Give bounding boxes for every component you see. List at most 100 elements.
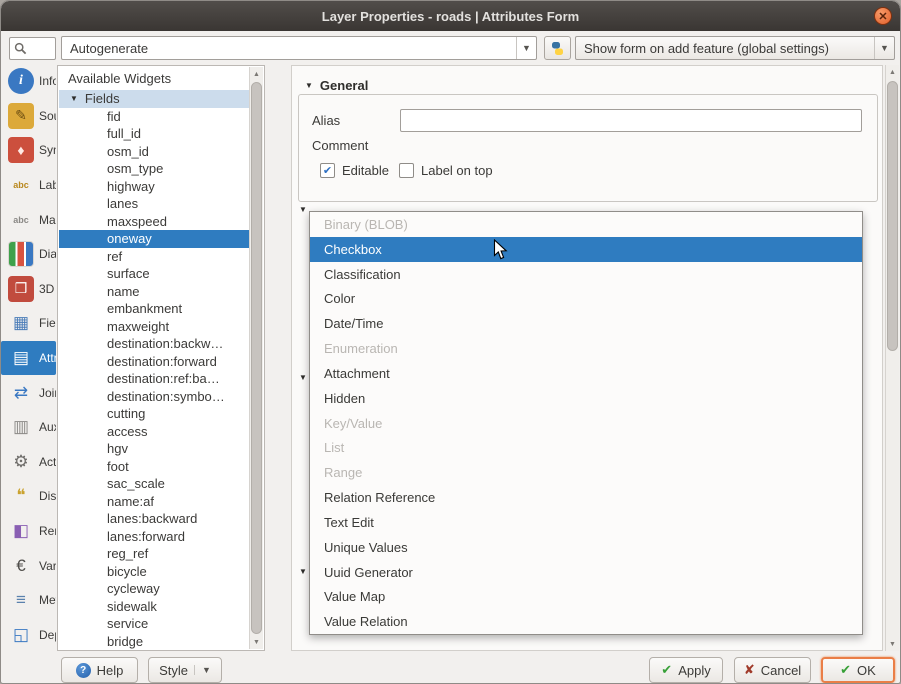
scroll-thumb[interactable] [887,81,898,351]
field-item[interactable]: oneway [59,230,249,248]
widget-type-option[interactable]: Uuid Generator [310,560,862,585]
widget-type-option[interactable]: Attachment [310,361,862,386]
editable-label: Editable [342,163,389,178]
field-item[interactable]: sac_scale [59,475,249,493]
field-item[interactable]: fid [59,108,249,126]
sidebar-item-dependencies[interactable]: ◱ Dependencies [1,618,56,653]
collapsed-section-arrow[interactable]: ▼ [299,567,307,576]
ok-button[interactable]: ✔ OK [821,657,895,683]
close-icon[interactable]: ✕ [874,7,892,25]
field-item[interactable]: access [59,423,249,441]
field-item[interactable]: destination:ref:ba… [59,370,249,388]
help-button[interactable]: ? Help [61,657,138,683]
panel-scrollbar[interactable]: ▲ ▼ [885,65,899,651]
chevron-down-icon: ▼ [874,37,894,59]
widget-type-option[interactable]: Color [310,286,862,311]
field-item[interactable]: osm_id [59,143,249,161]
field-item[interactable]: bridge [59,633,249,650]
field-item[interactable]: sidewalk [59,598,249,616]
sidebar-icon: ✎ [8,103,34,129]
show-form-combobox[interactable]: Show form on add feature (global setting… [575,36,895,60]
field-item[interactable]: hgv [59,440,249,458]
sidebar-item-metadata[interactable]: ≡ Metadata [1,583,56,618]
sidebar-item-display[interactable]: ❝ Display [1,479,56,514]
sidebar-item-source[interactable]: ✎ Source [1,99,56,134]
field-item[interactable]: name [59,283,249,301]
field-item[interactable]: osm_type [59,160,249,178]
editable-checkbox-group: ✔ Editable [320,163,389,178]
python-init-button[interactable] [544,36,571,60]
collapsed-section-arrow[interactable]: ▼ [299,373,307,382]
field-item[interactable]: embankment [59,300,249,318]
editable-checkbox[interactable]: ✔ [320,163,335,178]
field-item[interactable]: highway [59,178,249,196]
widget-type-option[interactable]: Value Map [310,584,862,609]
widget-type-section-arrow[interactable]: ▼ [299,205,307,214]
tree-scrollbar[interactable]: ▲ ▼ [249,67,263,649]
label-on-top-checkbox[interactable] [399,163,414,178]
style-button[interactable]: Style ▼ [148,657,222,683]
widget-type-option[interactable]: Classification [310,262,862,287]
scroll-up-icon[interactable]: ▲ [886,65,899,79]
scroll-down-icon[interactable]: ▼ [250,635,263,649]
sidebar-item-variables[interactable]: € Variables [1,548,56,583]
sidebar-icon: ⇄ [8,380,34,406]
field-item[interactable]: bicycle [59,563,249,581]
field-item[interactable]: cutting [59,405,249,423]
tree-expander-icon[interactable]: ▼ [70,94,78,103]
scroll-up-icon[interactable]: ▲ [250,67,263,81]
widget-type-option[interactable]: Unique Values [310,535,862,560]
tree-root-fields[interactable]: ▼ Fields [59,90,249,108]
sidebar-icon: abc [8,172,34,198]
field-item[interactable]: lanes:forward [59,528,249,546]
sidebar-item-information[interactable]: i Information [1,64,56,99]
sidebar-item-actions[interactable]: ⚙ Actions [1,445,56,480]
field-item[interactable]: lanes:backward [59,510,249,528]
sidebar-item-fields[interactable]: ▦ Fields [1,306,56,341]
widget-type-option[interactable]: Text Edit [310,510,862,535]
sidebar-item-symbology[interactable]: ♦ Symbology [1,133,56,168]
autogenerate-combobox[interactable]: Autogenerate ▼ [61,36,537,60]
widget-type-option[interactable]: Value Relation [310,609,862,634]
sidebar-icon: ❝ [8,483,34,509]
sidebar-item-attributes-form[interactable]: ▤ Attributes Form [1,341,56,376]
sidebar-item-labels[interactable]: abc Labels [1,168,56,203]
sidebar-item-rendering[interactable]: ◧ Rendering [1,514,56,549]
field-item[interactable]: foot [59,458,249,476]
field-item[interactable]: full_id [59,125,249,143]
sidebar-item-joins[interactable]: ⇄ Joins [1,375,56,410]
widget-type-option[interactable]: Date/Time [310,311,862,336]
sidebar-item-3d-view[interactable]: ❒ 3D View [1,272,56,307]
general-section-header[interactable]: ▼ General [300,78,373,93]
field-item[interactable]: destination:forward [59,353,249,371]
field-item[interactable]: maxspeed [59,213,249,231]
field-item[interactable]: lanes [59,195,249,213]
scroll-down-icon[interactable]: ▼ [886,637,899,651]
search-box[interactable] [9,37,56,60]
field-item[interactable]: cycleway [59,580,249,598]
available-widgets-title: Available Widgets [68,71,171,86]
field-item[interactable]: service [59,615,249,633]
sidebar-icon [8,241,34,267]
sidebar-icon: abc [8,207,34,233]
apply-button[interactable]: ✔ Apply [649,657,723,683]
widget-type-option[interactable]: Relation Reference [310,485,862,510]
field-item[interactable]: ref [59,248,249,266]
field-item[interactable]: destination:backw… [59,335,249,353]
sidebar-item-auxiliary-storage[interactable]: ▥ Auxiliary Storage [1,410,56,445]
widget-type-option[interactable]: Hidden [310,386,862,411]
scroll-thumb[interactable] [251,82,262,634]
widget-type-option[interactable]: Checkbox [310,237,862,262]
alias-input[interactable] [400,109,862,132]
field-item[interactable]: destination:symbo… [59,388,249,406]
search-input[interactable] [29,42,53,56]
sidebar-item-diagrams[interactable]: Diagrams [1,237,56,272]
sidebar-item-masks[interactable]: abc Masks [1,202,56,237]
field-item[interactable]: name:af [59,493,249,511]
sidebar-icon: ≡ [8,587,34,613]
field-item[interactable]: surface [59,265,249,283]
field-item[interactable]: maxweight [59,318,249,336]
cancel-button[interactable]: ✘ Cancel [734,657,811,683]
widget-type-option: Key/Value [310,411,862,436]
field-item[interactable]: reg_ref [59,545,249,563]
